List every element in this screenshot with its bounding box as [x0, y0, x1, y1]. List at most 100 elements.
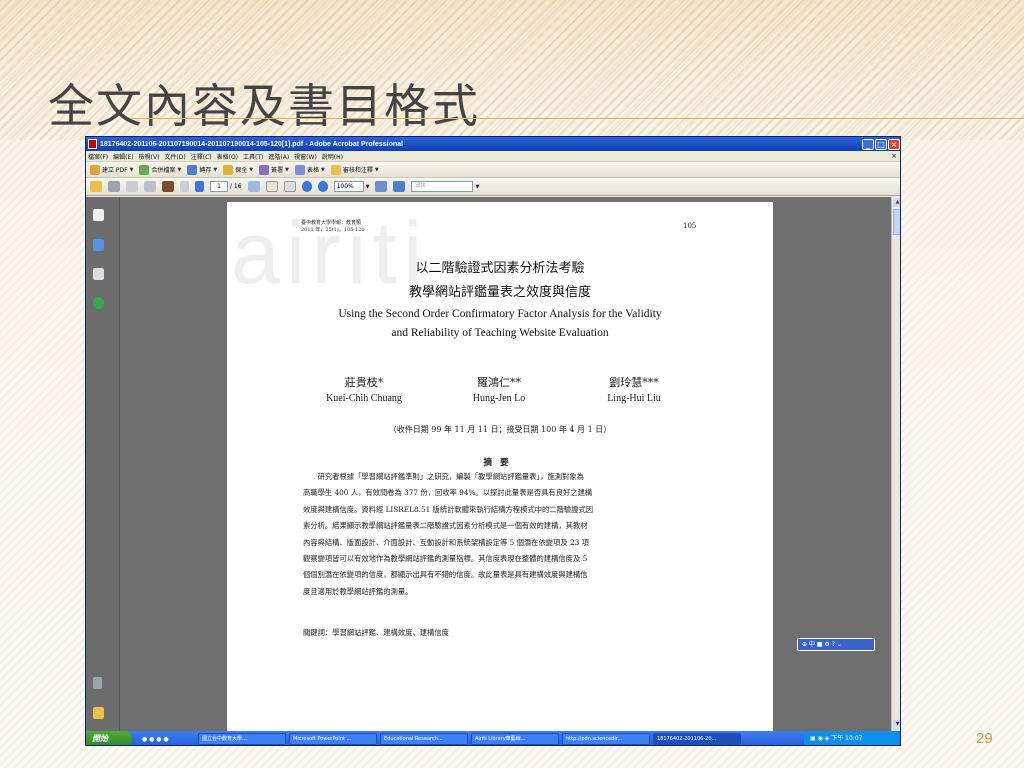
fit-width-icon[interactable]: [393, 181, 406, 192]
quick-launch[interactable]: ● ● ● ●: [142, 736, 192, 743]
acrobat-window: 18176402-201106-201107190014-20110719001…: [85, 136, 901, 746]
zoom-out-icon[interactable]: [301, 181, 312, 192]
menu-document[interactable]: 文件(D): [164, 152, 185, 161]
scroll-up-icon[interactable]: ▲: [893, 198, 900, 207]
camera-icon[interactable]: [162, 181, 174, 192]
english-title-line2: and Reliability of Teaching Website Eval…: [391, 327, 609, 339]
chevron-down-icon: ▼: [374, 166, 379, 173]
menu-comments[interactable]: 注釋(C): [191, 152, 212, 161]
sign-button[interactable]: 簽署 ▼: [259, 164, 289, 175]
maximize-button[interactable]: □: [875, 138, 887, 150]
language-bar[interactable]: ⊕ 中 ■ ⚙ ? ⌄: [797, 638, 875, 651]
taskbar-item[interactable]: Microsoft PowerPoint ...: [289, 733, 377, 745]
chevron-down-icon: ▼: [129, 166, 134, 173]
pdf-app-icon: [88, 139, 97, 149]
comments-panel-icon[interactable]: [93, 707, 104, 719]
select-tool-icon[interactable]: [247, 181, 260, 192]
chevron-down-icon: ▼: [285, 166, 289, 173]
signatures-panel-icon[interactable]: [93, 268, 104, 280]
email-icon[interactable]: [144, 181, 156, 192]
combine-files-button[interactable]: 合併檔案 ▼: [139, 164, 182, 175]
zoom-tool-icon[interactable]: [283, 181, 296, 192]
scroll-down-icon[interactable]: ▼: [893, 720, 900, 729]
english-title-line1: Using the Second Order Confirmatory Fact…: [338, 308, 662, 320]
abstract-heading: 摘要: [483, 458, 517, 468]
secure-button[interactable]: 保全 ▼: [223, 164, 253, 175]
taskbar-item[interactable]: http://pdn.sciencedir...: [562, 733, 650, 745]
file-toolbar: 1 / 16 100% ▼ 尋找 ▼: [86, 178, 900, 196]
bookmarks-panel-icon[interactable]: [93, 239, 104, 251]
find-dropdown-icon[interactable]: ▼: [475, 184, 479, 190]
page-number-input[interactable]: 1: [210, 181, 228, 192]
hand-tool-icon[interactable]: [265, 181, 278, 192]
fit-page-icon[interactable]: [375, 181, 388, 192]
menu-file[interactable]: 檔案(F): [88, 152, 108, 161]
chinese-title-line2: 教學網站評鑑量表之效度與信度: [408, 285, 591, 300]
zoom-level-input[interactable]: 100%: [333, 181, 364, 192]
menu-tools[interactable]: 工具(T): [243, 152, 263, 161]
author-2: 羅鴻仁** Hung-Jen Lo: [472, 376, 526, 404]
open-folder-icon[interactable]: [90, 181, 102, 192]
title-underline: [130, 118, 1024, 119]
close-button[interactable]: ×: [888, 138, 900, 150]
chevron-down-icon: ▼: [320, 166, 325, 173]
windows-taskbar: 開始 ● ● ● ● 國立台中教育大學... Microsoft PowerPo…: [86, 731, 900, 745]
document-workspace: airiti 臺中教育大學學報：教育類 2011 年，25(1)，105-120…: [86, 197, 900, 731]
menu-forms[interactable]: 表格(O): [217, 152, 238, 161]
taskbar-item-active[interactable]: 18176402-201106-20...: [653, 733, 741, 745]
minimize-button[interactable]: _: [862, 138, 874, 150]
review-comment-button[interactable]: 審核和注釋 ▼: [330, 164, 379, 175]
tray-icons[interactable]: ▣ ◉ ◈: [810, 735, 831, 742]
next-page-icon[interactable]: [195, 181, 204, 192]
window-title: 18176402-201106-201107190014-20110719001…: [100, 140, 404, 148]
system-tray: ▣ ◉ ◈ 下午 10:07: [804, 731, 900, 745]
comment-icon: [330, 164, 341, 175]
chevron-down-icon: ▼: [177, 166, 182, 173]
taskbar-item[interactable]: 國立台中教育大學...: [198, 733, 286, 745]
page-number: 105: [683, 222, 697, 230]
attachments-icon[interactable]: [93, 677, 102, 689]
form-icon: [294, 164, 305, 175]
slide-number: 29: [976, 730, 993, 747]
pdf-page: airiti 臺中教育大學學報：教育類 2011 年，25(1)，105-120…: [227, 202, 773, 731]
navigation-pane: [86, 197, 120, 731]
tasks-toolbar: 建立 PDF ▼ 合併檔案 ▼ 轉存 ▼ 保全 ▼ 簽署 ▼ 表格 ▼ 審核和注釋 ▼: [86, 162, 900, 178]
chinese-title-line1: 以二階驗證式因素分析法考驗: [415, 261, 585, 276]
pen-icon: [259, 164, 270, 175]
received-dates: （收件日期 99 年 11 月 11 日；接受日期 100 年 4 月 1 日）: [388, 425, 612, 434]
lock-icon: [223, 164, 234, 175]
save-icon[interactable]: [126, 181, 138, 192]
slide-title: 全文內容及書目格式: [48, 79, 480, 133]
export-icon: [187, 164, 198, 175]
menu-advanced[interactable]: 進階(A): [268, 152, 289, 161]
keywords: 關鍵詞：學習網站評鑑、建構效度、建構信度: [303, 628, 449, 637]
menu-edit[interactable]: 編輯(E): [113, 152, 133, 161]
pages-panel-icon[interactable]: [93, 209, 104, 221]
chevron-down-icon: ▼: [213, 166, 218, 173]
author-1: 莊貴枝* Kuei-Chih Chuang: [326, 376, 402, 404]
zoom-in-icon[interactable]: [317, 181, 328, 192]
title-bar: 18176402-201106-201107190014-20110719001…: [86, 137, 900, 151]
vertical-scrollbar[interactable]: ▲ ▼: [891, 197, 900, 731]
menu-view[interactable]: 檢視(V): [139, 152, 160, 161]
document-close-button[interactable]: ×: [891, 152, 897, 160]
journal-header: 臺中教育大學學報：教育類 2011 年，25(1)，105-120: [301, 220, 365, 233]
print-icon[interactable]: [108, 181, 120, 192]
taskbar-item[interactable]: Educational Research...: [380, 733, 468, 745]
clock: 下午 10:07: [831, 735, 863, 742]
zoom-dropdown-icon[interactable]: ▼: [366, 184, 370, 190]
help-panel-icon[interactable]: [93, 297, 104, 309]
create-pdf-button[interactable]: 建立 PDF ▼: [90, 164, 134, 175]
taskbar-item[interactable]: Airiti Library華藝線...: [471, 733, 559, 745]
abstract-body: 研究者根據「學習網站評鑑準則」之研究，編製「教學網站評鑑量表」，施測對象為 高職…: [303, 472, 594, 596]
menu-help[interactable]: 說明(H): [322, 152, 343, 161]
start-button[interactable]: 開始: [86, 731, 132, 745]
page-total: / 16: [230, 183, 242, 190]
scrollbar-thumb[interactable]: [893, 209, 900, 235]
find-input[interactable]: 尋找: [411, 181, 474, 192]
export-button[interactable]: 轉存 ▼: [187, 164, 218, 175]
combine-icon: [139, 164, 150, 175]
previous-page-icon[interactable]: [180, 181, 189, 192]
forms-button[interactable]: 表格 ▼: [294, 164, 325, 175]
menu-window[interactable]: 視窗(W): [294, 152, 317, 161]
